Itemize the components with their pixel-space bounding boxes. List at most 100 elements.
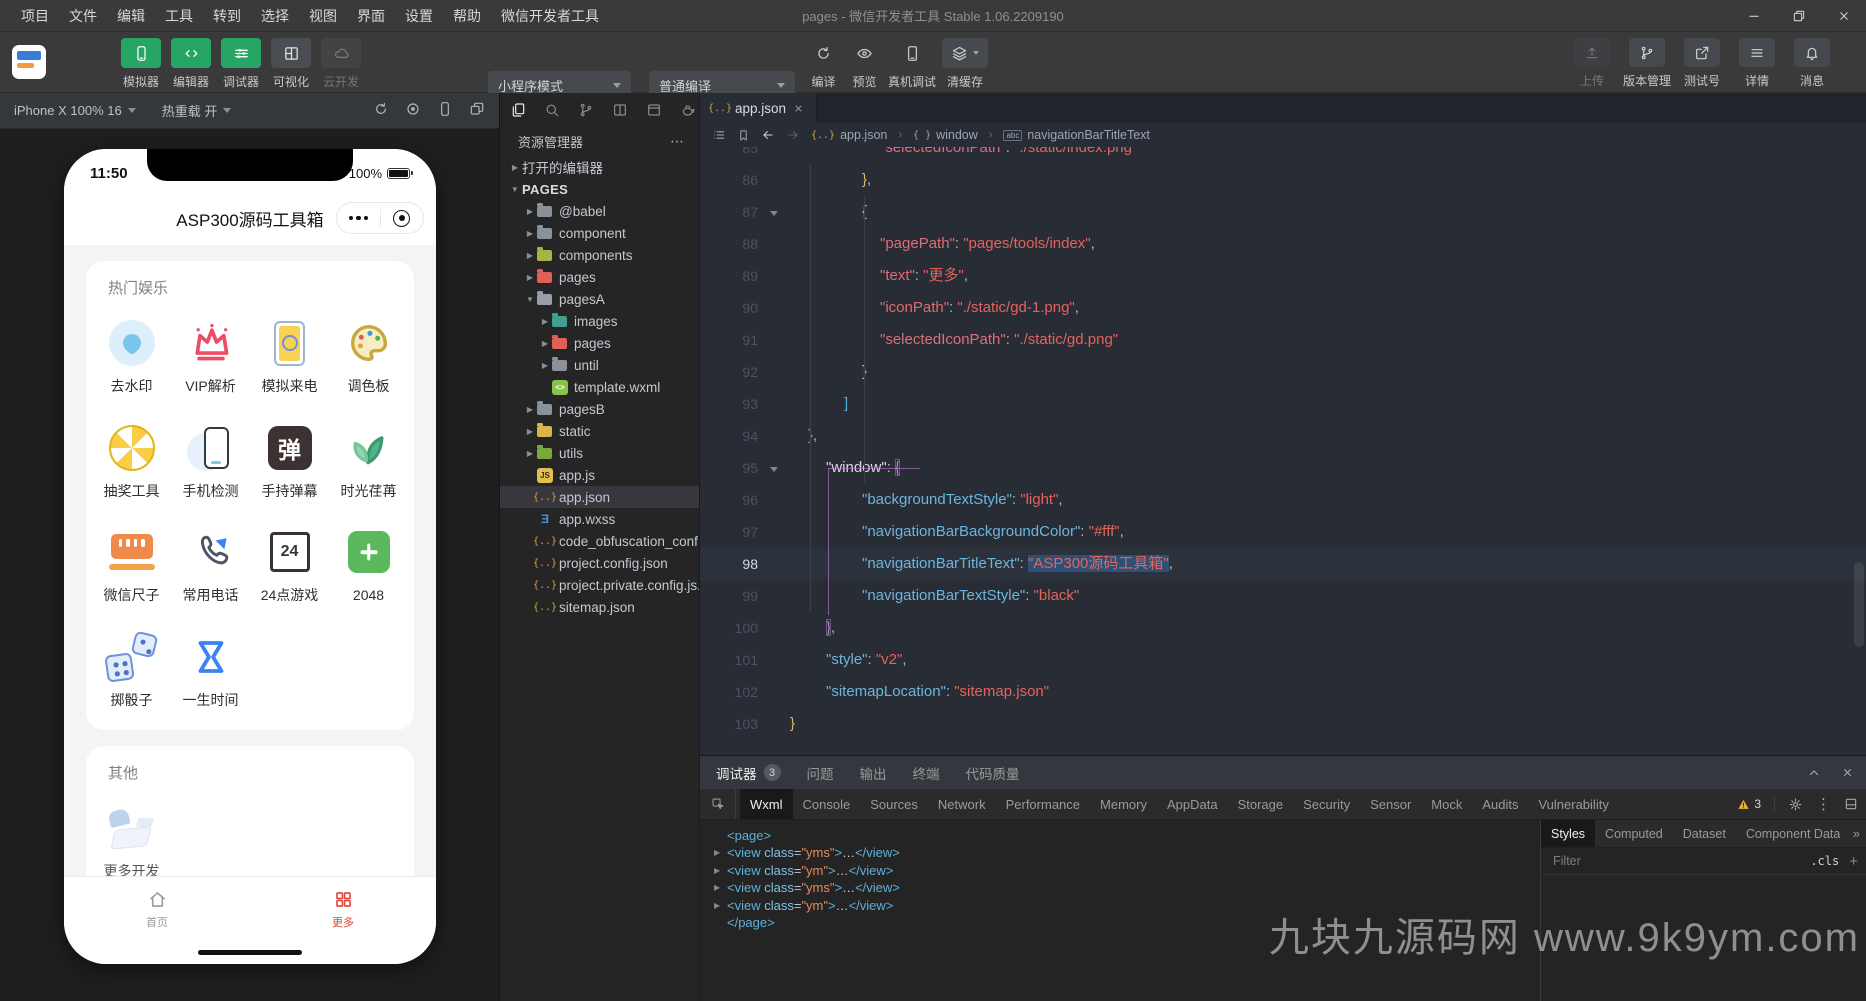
collapse-panel-icon[interactable] [1807,766,1821,780]
menu-item[interactable]: 选择 [252,0,298,32]
sim-device-button[interactable] [437,101,453,120]
toolbar-button-code[interactable]: 编辑器 [169,38,213,90]
styles-tab-dataset[interactable]: Dataset [1673,820,1736,847]
home-indicator[interactable] [198,950,302,955]
breadcrumb-segment[interactable]: {..} app.json [811,128,887,142]
tool-item[interactable]: 时光荏苒 [329,409,408,514]
tool-item[interactable]: 24 24点游戏 [250,513,329,618]
tool-item[interactable]: 常用电话 [171,513,250,618]
close-panel-icon[interactable] [1841,766,1854,780]
add-style-icon[interactable]: + [1849,853,1858,870]
debugger-tab[interactable]: 问题 [807,756,834,789]
tool-item[interactable]: 一生时间 [171,618,250,723]
wxml-node-row[interactable]: </page> [714,914,1540,931]
debugger-tab[interactable]: 代码质量 [966,756,1020,789]
tree-row[interactable]: {..} app.json [500,486,699,508]
sim-windows2-button[interactable] [469,101,485,120]
fold-gutter[interactable] [758,452,790,484]
wxml-node-row[interactable]: ▶ <view class = "yms" >… </view> [714,844,1540,861]
devtools-tab-sources[interactable]: Sources [860,789,928,819]
tool-item[interactable]: 模拟来电 [250,304,329,409]
tree-row[interactable]: ▶ pages [500,266,699,288]
devtools-tab-performance[interactable]: Performance [996,789,1090,819]
debugger-tab[interactable]: 输出 [860,756,887,789]
nav-forward-icon[interactable] [786,128,800,142]
kebab-menu-icon[interactable]: ⋮ [1816,797,1831,812]
breadcrumb-segment[interactable]: { } window [913,128,978,142]
compile-action-device-debug[interactable]: 真机调试 [888,38,936,90]
tool-item[interactable]: 手机检测 [171,409,250,514]
window-button[interactable] [646,102,662,118]
split-button[interactable] [612,102,628,118]
close-target-icon[interactable] [381,209,424,227]
expand-arrow-icon[interactable]: ▶ [714,844,727,861]
tree-row[interactable]: ▶ @babel [500,200,699,222]
devtools-tab-security[interactable]: Security [1293,789,1360,819]
tree-row[interactable]: ▶ components [500,244,699,266]
tab-app-json[interactable]: {..} app.json [700,93,818,123]
devtools-tab-audits[interactable]: Audits [1472,789,1528,819]
compile-action-refresh[interactable]: 编译 [806,38,841,90]
tool-item[interactable]: 去水印 [92,304,171,409]
tree-row[interactable]: JS app.js [500,464,699,486]
toolbar-action-upload[interactable]: 上传 [1568,38,1616,89]
toolbar-button-sliders[interactable]: 调试器 [219,38,263,90]
inspect-element-button[interactable] [700,789,736,819]
tree-row[interactable]: ▶ until [500,354,699,376]
compile-action-eye[interactable]: 预览 [847,38,882,90]
more-actions-icon[interactable]: ⋯ [670,133,685,150]
devtools-tab-console[interactable]: Console [793,789,861,819]
branch-button[interactable] [578,102,594,118]
menu-item[interactable]: 设置 [396,0,442,32]
menu-item[interactable]: 工具 [156,0,202,32]
sim-record-button[interactable] [405,101,421,120]
tree-row[interactable]: {..} code_obfuscation_conf... [500,530,699,552]
devtools-tab-network[interactable]: Network [928,789,996,819]
nav-back-icon[interactable] [761,128,775,142]
menu-item[interactable]: 文件 [60,0,106,32]
styles-filter-input[interactable] [1551,853,1801,869]
tree-row[interactable]: {..} project.config.json [500,552,699,574]
debugger-tab[interactable]: 终端 [913,756,940,789]
more-dots-icon[interactable] [337,215,380,221]
menu-item[interactable]: 转到 [204,0,250,32]
menu-item[interactable]: 项目 [12,0,58,32]
tool-item[interactable]: 抽奖工具 [92,409,171,514]
tree-row[interactable]: ▶ static [500,420,699,442]
tool-item[interactable]: 弹手持弹幕 [250,409,329,514]
close-button[interactable] [1821,0,1866,32]
tool-item[interactable]: 微信尺子 [92,513,171,618]
tree-row[interactable]: {..} sitemap.json [500,596,699,618]
cls-toggle[interactable]: .cls [1810,854,1839,868]
expand-arrow-icon[interactable]: ▶ [714,862,727,879]
close-icon[interactable] [793,103,804,114]
tree-row[interactable]: ▶ pagesB [500,398,699,420]
warning-badge[interactable]: 3 [1737,797,1761,811]
tree-row[interactable]: <> template.wxml [500,376,699,398]
devtools-tab-sensor[interactable]: Sensor [1360,789,1421,819]
tree-row[interactable]: ▶ 打开的编辑器 [500,156,699,178]
tool-item[interactable]: 调色板 [329,304,408,409]
tree-row[interactable]: {..} project.private.config.js... [500,574,699,596]
editor-scrollbar[interactable] [1854,562,1864,647]
styles-tab-styles[interactable]: Styles [1541,820,1596,847]
wxml-node-row[interactable]: ▶ <view class = "ym" >… </view> [714,897,1540,914]
breadcrumb-segment[interactable]: abc navigationBarTitleText [1003,128,1150,142]
settings-button[interactable] [1788,797,1803,812]
minimize-button[interactable] [1731,0,1776,32]
tree-row[interactable]: ▼ pagesA [500,288,699,310]
toolbar-action-external[interactable]: 测试号 [1678,38,1726,89]
tree-row[interactable]: ▶ utils [500,442,699,464]
devtools-tab-wxml[interactable]: Wxml [740,789,793,819]
tree-row[interactable]: Eapp.wxss [500,508,699,530]
devtools-tab-storage[interactable]: Storage [1228,789,1294,819]
wxml-node-row[interactable]: <page> [714,827,1540,844]
toolbar-action-bell[interactable]: 消息 [1788,38,1836,89]
styles-tab-component-data[interactable]: Component Data [1736,820,1851,847]
compile-action-layers[interactable]: 清缓存 [942,38,989,90]
hot-reload-toggle[interactable]: 热重载 开 [162,101,232,120]
tree-row[interactable]: ▶ images [500,310,699,332]
tool-item[interactable]: 掷骰子 [92,618,171,723]
toolbar-button-phone[interactable]: 模拟器 [119,38,163,90]
tool-item[interactable]: 2048 [329,513,408,618]
